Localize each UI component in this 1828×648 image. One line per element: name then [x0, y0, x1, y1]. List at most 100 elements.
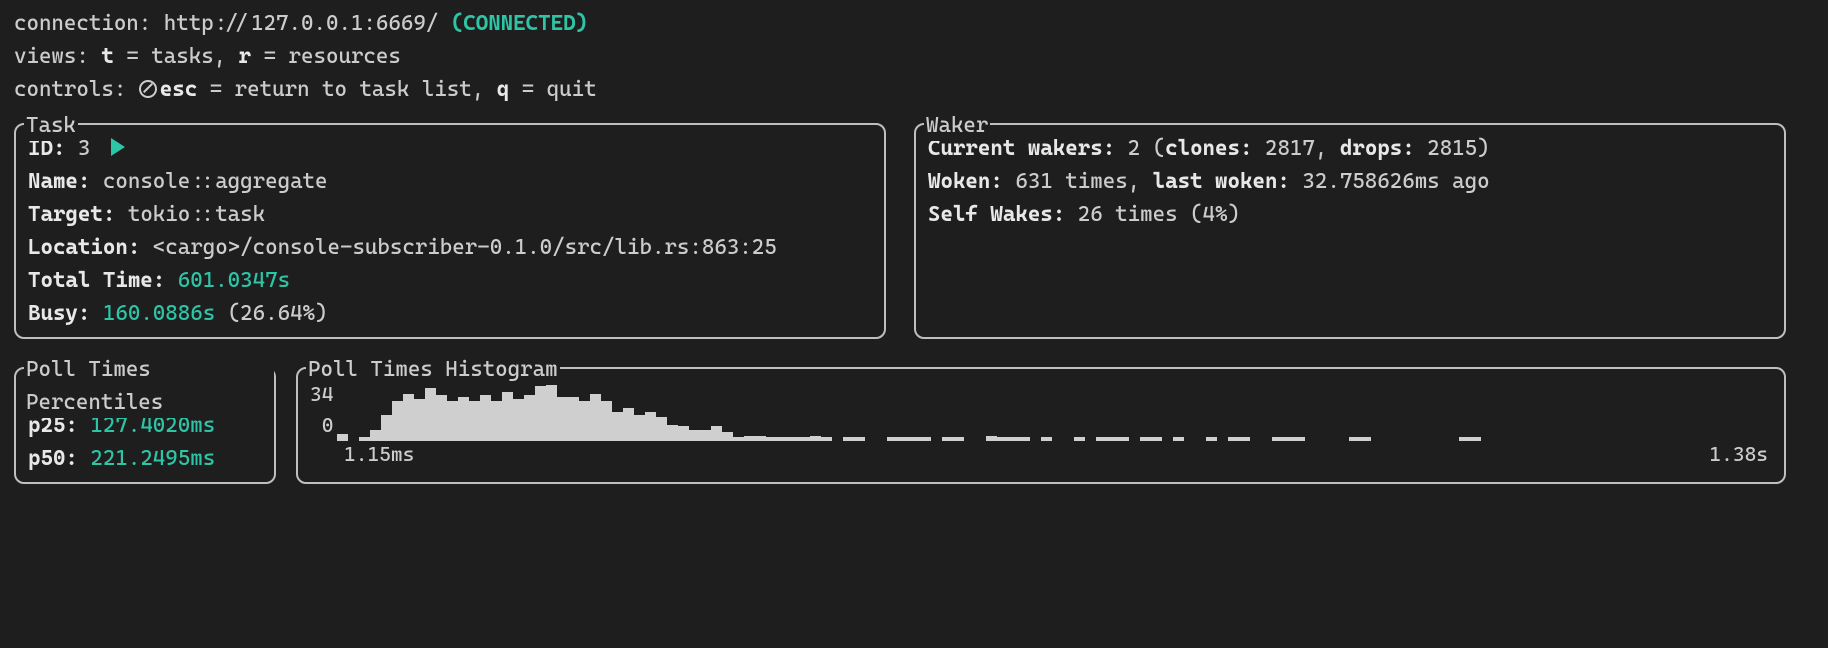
- histogram-bar: [854, 437, 865, 441]
- histogram-bar: [579, 401, 590, 441]
- histogram-bar: [524, 395, 535, 441]
- histogram-bar: [458, 397, 469, 441]
- views-line: views: t = tasks, r = resources: [14, 39, 1786, 72]
- histogram-panel-title: Poll Times Histogram: [306, 352, 560, 385]
- histogram-bar: [1008, 437, 1019, 441]
- histogram-bar: [601, 401, 612, 441]
- histogram-bar: [1294, 437, 1305, 441]
- histogram-bar: [1096, 437, 1107, 441]
- waker-current-value: 2: [1128, 135, 1140, 160]
- histogram-bar: [711, 426, 722, 441]
- histogram-bar: [997, 437, 1008, 441]
- histogram-bar: [403, 394, 414, 441]
- task-id-value: 3: [78, 135, 90, 160]
- waker-clones-label: clones:: [1165, 135, 1252, 160]
- histogram-bar: [436, 395, 447, 441]
- percentile-row: p50: 221.2495ms: [28, 441, 262, 474]
- task-target-label: Target:: [28, 201, 115, 226]
- histogram-bar: [656, 417, 667, 441]
- controls-key-esc[interactable]: esc: [160, 76, 197, 101]
- waker-last-woken-label: last woken:: [1153, 168, 1290, 193]
- views-text-r: = resources: [251, 43, 401, 68]
- histogram-bar: [898, 437, 909, 441]
- histogram-bar: [1019, 437, 1030, 441]
- histogram-bar: [1459, 437, 1470, 441]
- waker-open: (: [1153, 135, 1165, 160]
- histogram-bar: [1041, 437, 1052, 441]
- histogram-bar: [447, 401, 458, 441]
- waker-panel: Waker Current wakers: 2 (clones: 2817, d…: [914, 123, 1786, 339]
- waker-drops-label: drops:: [1340, 135, 1415, 160]
- histogram-bar: [1272, 437, 1283, 441]
- waker-c1: ,: [1315, 135, 1327, 160]
- connection-status: (CONNECTED): [451, 10, 588, 35]
- histogram-bar: [612, 412, 623, 441]
- controls-text-q: = quit: [509, 76, 596, 101]
- play-icon: [111, 138, 125, 156]
- histogram-ymin: 0: [322, 410, 334, 441]
- histogram-bar: [623, 408, 634, 441]
- controls-label: controls:: [14, 76, 126, 101]
- histogram-bar: [414, 399, 425, 441]
- histogram-bar: [909, 437, 920, 441]
- histogram-bar: [733, 437, 744, 441]
- waker-c2: ,: [1128, 168, 1140, 193]
- task-panel-title: Task: [24, 108, 78, 141]
- histogram-bar: [755, 436, 766, 441]
- task-total-label: Total Time:: [28, 267, 165, 292]
- controls-key-q[interactable]: q: [497, 76, 509, 101]
- connection-line: connection: http://127.0.0.1:6669/ (CONN…: [14, 6, 1786, 39]
- histogram-bar: [799, 437, 810, 441]
- task-name-label: Name:: [28, 168, 90, 193]
- histogram-panel: Poll Times Histogram 34 0 1.15ms 1.38s: [296, 367, 1786, 484]
- waker-woken-label: Woken:: [928, 168, 1003, 193]
- histogram-bar: [887, 437, 898, 441]
- histogram-bar: [843, 437, 854, 441]
- waker-drops-value: 2815: [1427, 135, 1477, 160]
- histogram-bar: [469, 401, 480, 441]
- task-location-label: Location:: [28, 234, 140, 259]
- histogram-xmin: 1.15ms: [344, 439, 414, 470]
- percentile-value: 221.2495ms: [78, 445, 215, 470]
- percentiles-panel: Poll Times Percentiles p10: 72.3517msp25…: [14, 367, 276, 484]
- histogram-bar: [425, 388, 436, 441]
- task-busy-pct: (26.64%): [228, 300, 328, 325]
- histogram-bar: [502, 392, 513, 441]
- histogram-bar: [700, 430, 711, 441]
- task-busy-value: 160.0886s: [103, 300, 215, 325]
- histogram-bar: [392, 401, 403, 441]
- histogram-bar: [1173, 437, 1184, 441]
- task-name-value: console::aggregate: [103, 168, 328, 193]
- histogram-bar: [634, 415, 645, 441]
- views-key-t[interactable]: t: [101, 43, 113, 68]
- waker-woken-value: 631 times: [1015, 168, 1127, 193]
- histogram-bar: [1349, 437, 1360, 441]
- controls-text-esc: = return to task list,: [197, 76, 484, 101]
- waker-self-label: Self Wakes:: [928, 201, 1065, 226]
- histogram-bar: [1140, 437, 1151, 441]
- views-key-r[interactable]: r: [239, 43, 251, 68]
- histogram-bar: [1239, 437, 1250, 441]
- histogram-bar: [920, 437, 931, 441]
- histogram-bar: [1107, 437, 1118, 441]
- percentile-label: p50:: [28, 445, 78, 470]
- views-text-t: = tasks,: [114, 43, 226, 68]
- task-total-value: 601.0347s: [178, 267, 290, 292]
- histogram-bar: [1118, 437, 1129, 441]
- histogram-bar: [986, 436, 997, 441]
- task-location-value: <cargo>/console-subscriber-0.1.0/src/lib…: [153, 234, 777, 259]
- task-panel: Task ID: 3 Name: console::aggregate Targ…: [14, 123, 886, 339]
- percentiles-panel-title: Poll Times Percentiles: [24, 352, 274, 418]
- histogram-bar: [678, 426, 689, 441]
- histogram-bar: [942, 437, 953, 441]
- histogram-bar: [821, 437, 832, 441]
- histogram-bar: [1283, 437, 1294, 441]
- waker-clones-value: 2817: [1265, 135, 1315, 160]
- histogram-bar: [953, 437, 964, 441]
- waker-panel-title: Waker: [924, 108, 990, 141]
- task-busy-label: Busy:: [28, 300, 90, 325]
- histogram-bar: [722, 432, 733, 441]
- controls-line: controls: esc = return to task list, q =…: [14, 72, 1786, 105]
- connection-label: connection:: [14, 10, 151, 35]
- histogram-yaxis: 34 0: [310, 379, 333, 441]
